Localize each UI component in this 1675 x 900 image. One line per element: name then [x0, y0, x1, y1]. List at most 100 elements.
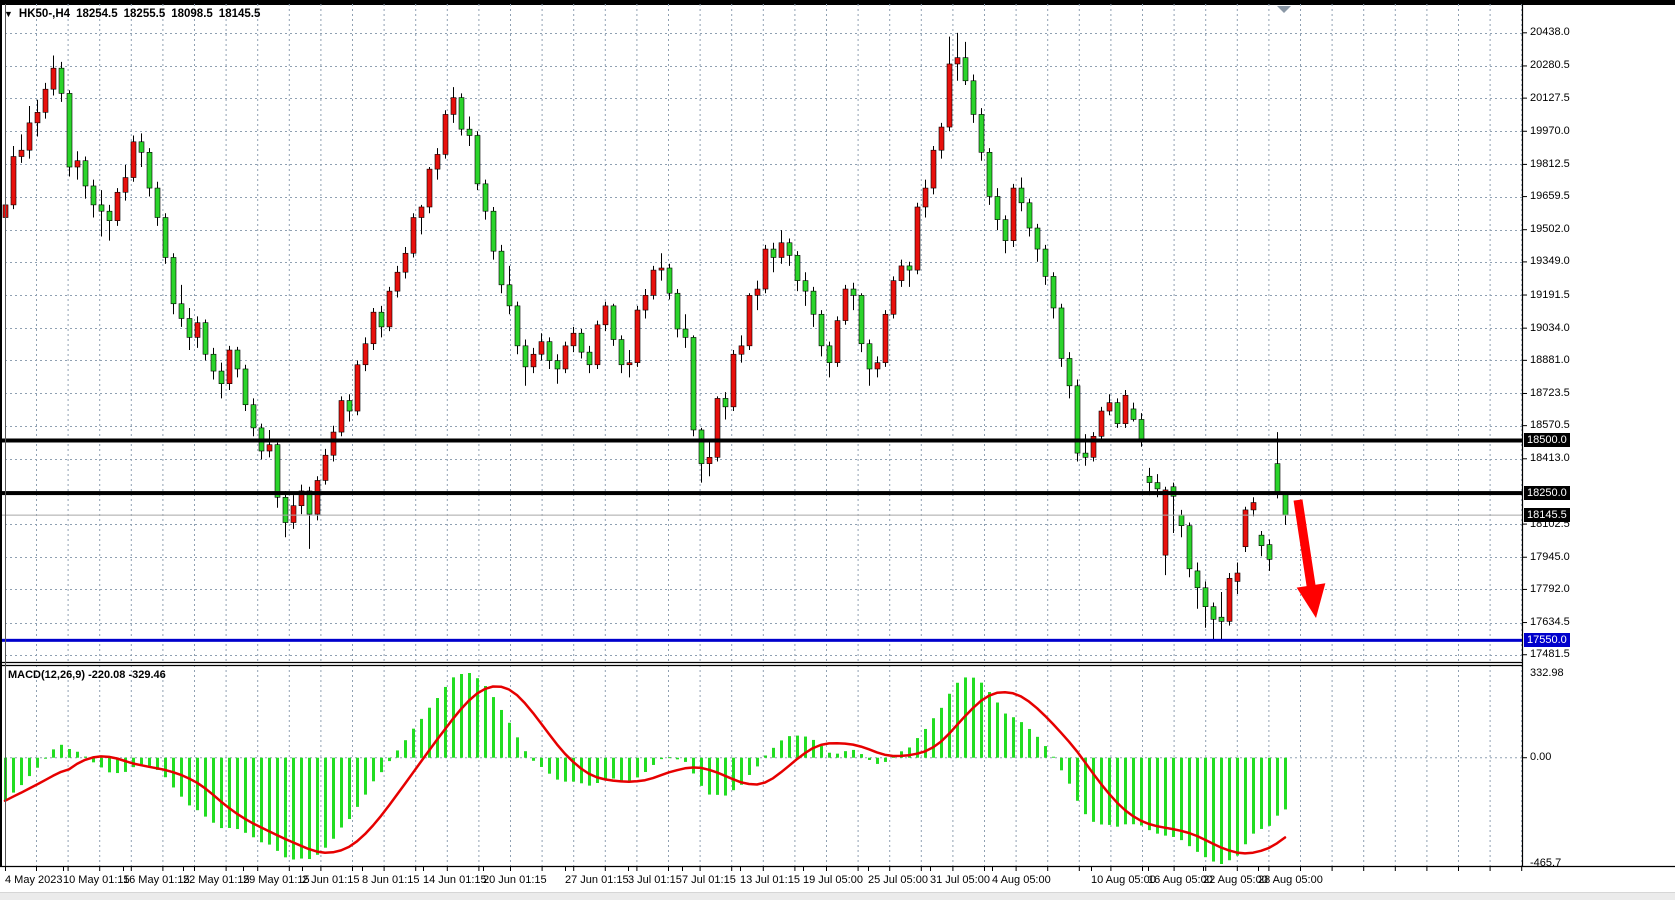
- symbol-dropdown-icon[interactable]: ▼: [4, 9, 13, 19]
- bear-candle: [347, 401, 352, 412]
- macd-histogram-bar: [164, 758, 167, 777]
- bear-candle: [579, 333, 584, 352]
- time-axis-label: 4 Aug 05:00: [992, 874, 1051, 886]
- macd-histogram-bar: [220, 758, 223, 828]
- bull-candle: [323, 455, 328, 480]
- bear-candle: [1115, 403, 1120, 424]
- bear-candle: [475, 135, 480, 183]
- bull-candle: [883, 314, 888, 362]
- bull-candle: [267, 445, 272, 451]
- macd-histogram-bar: [236, 758, 239, 829]
- macd-histogram-bar: [1012, 717, 1015, 757]
- macd-histogram-bar: [84, 757, 87, 758]
- macd-histogram-bar: [556, 758, 559, 780]
- bear-candle: [787, 243, 792, 256]
- macd-histogram-bar: [764, 756, 767, 758]
- bear-candle: [147, 152, 152, 188]
- macd-histogram-bar: [988, 692, 991, 758]
- macd-histogram-bar: [148, 758, 151, 766]
- bear-candle: [203, 323, 208, 355]
- bear-candle: [91, 186, 96, 205]
- bear-candle: [59, 68, 64, 93]
- macd-layer: [0, 673, 1522, 864]
- bear-candle: [155, 188, 160, 217]
- macd-histogram-bar: [708, 758, 711, 795]
- bear-candle: [795, 255, 800, 280]
- price-axis-label: 19812.5: [1530, 158, 1570, 171]
- macd-histogram-bar: [412, 729, 415, 758]
- time-axis-label: 16 May 01:15: [123, 874, 190, 886]
- price-levels-layer[interactable]: [0, 438, 1522, 641]
- macd-histogram-bar: [772, 748, 775, 758]
- price-axis-label: 20127.5: [1530, 92, 1570, 105]
- price-axis-label: 19502.0: [1530, 223, 1570, 236]
- macd-histogram-bar: [76, 752, 79, 758]
- macd-histogram-bar: [44, 758, 47, 759]
- bear-candle: [99, 205, 104, 211]
- macd-histogram-bar: [1244, 758, 1247, 845]
- macd-histogram-bar: [932, 718, 935, 758]
- price-axis-label: 19191.5: [1530, 289, 1570, 302]
- bull-candle: [339, 401, 344, 433]
- bear-candle: [491, 211, 496, 251]
- bear-candle: [995, 196, 1000, 219]
- bull-candle: [27, 123, 32, 150]
- bear-candle: [979, 114, 984, 152]
- price-axis-label: 17792.0: [1530, 583, 1570, 596]
- macd-histogram-bar: [364, 758, 367, 795]
- macd-histogram-bar: [348, 758, 351, 819]
- macd-histogram-bar: [308, 758, 311, 859]
- price-axis-label: 17481.5: [1530, 648, 1570, 661]
- macd-histogram-bar: [636, 758, 639, 778]
- bull-candle: [931, 150, 936, 188]
- price-axis-label: 19970.0: [1530, 125, 1570, 138]
- bear-candle: [1147, 476, 1152, 482]
- level-badge-18250: 18250.0: [1524, 486, 1570, 500]
- bull-candle: [371, 312, 376, 344]
- macd-histogram-bar: [788, 736, 791, 758]
- bear-candle: [499, 251, 504, 285]
- candles-layer: [3, 33, 1288, 641]
- bull-candle: [403, 253, 408, 272]
- chart-canvas[interactable]: [0, 0, 1675, 900]
- bear-candle: [107, 211, 112, 220]
- macd-histogram-bar: [620, 758, 623, 781]
- macd-histogram-bar: [1252, 758, 1255, 834]
- macd-histogram-bar: [588, 758, 591, 786]
- bull-candle: [1251, 503, 1256, 510]
- bull-candle: [531, 354, 536, 367]
- macd-histogram-bar: [852, 750, 855, 758]
- bull-candle: [875, 363, 880, 369]
- bear-candle: [1187, 526, 1192, 569]
- macd-histogram-bar: [1212, 758, 1215, 862]
- bear-candle: [691, 337, 696, 430]
- time-axis-label: 14 Jun 01:15: [423, 874, 487, 886]
- bull-candle: [1227, 578, 1232, 621]
- bear-candle: [1043, 249, 1048, 276]
- bull-candle: [659, 268, 664, 270]
- bear-candle: [1195, 571, 1200, 588]
- bull-candle: [1123, 395, 1128, 423]
- bear-candle: [379, 312, 384, 327]
- macd-histogram-bar: [836, 754, 839, 758]
- bull-candle: [331, 432, 336, 455]
- bear-candle: [467, 129, 472, 135]
- macd-histogram-bar: [404, 740, 407, 758]
- bear-candle: [1131, 409, 1136, 420]
- symbol-name: HK50-,H4: [19, 8, 70, 20]
- time-axis-label: 27 Jun 01:15: [565, 874, 629, 886]
- bear-candle: [1083, 453, 1088, 457]
- macd-histogram-bar: [1076, 758, 1079, 801]
- bull-candle: [355, 365, 360, 411]
- bull-candle: [1011, 188, 1016, 241]
- macd-histogram-bar: [1148, 758, 1151, 830]
- macd-histogram-bar: [780, 740, 783, 757]
- macd-histogram-bar: [28, 758, 31, 776]
- bear-candle: [811, 291, 816, 314]
- ohlc-open: 18254.5: [76, 8, 118, 20]
- price-axis-label: 18723.5: [1530, 387, 1570, 400]
- macd-histogram-bar: [1028, 729, 1031, 758]
- macd-histogram-bar: [700, 758, 703, 786]
- ohlc-low: 18098.5: [171, 8, 213, 20]
- bear-candle: [1155, 483, 1160, 489]
